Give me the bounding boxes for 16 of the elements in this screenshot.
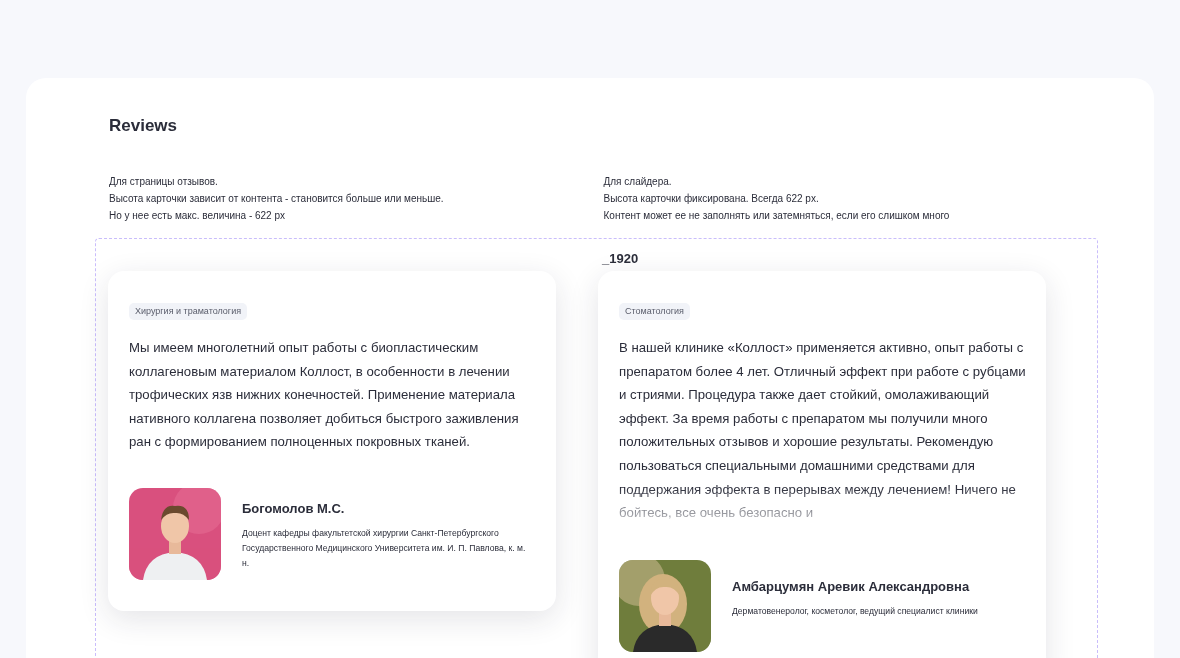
author-role: Дерматовенеролог, косметолог, ведущий специалист клиники bbox=[732, 604, 979, 618]
note-text: Высота карточки фиксирована. Всегда 622 px. bbox=[603, 192, 820, 206]
note-text: Высота карточки зависит от контента - становится больше или меньше. bbox=[109, 192, 445, 206]
category-tag: Стоматология bbox=[619, 303, 690, 320]
author-name: Амбарцумян Аревик Александровна bbox=[732, 577, 971, 596]
note-text: Для страницы отзывов. bbox=[109, 175, 219, 189]
author-role: Доцент кафедры факультетской хирургии Санкт-Петербургского Государственного Медицинского Университета им. И. П. Павлова, к. м. н. bbox=[242, 526, 527, 570]
category-tag: Хирургия и траматология bbox=[129, 303, 248, 320]
note-text: Контент может ее не заполнять или затемняться, если его слишком много bbox=[603, 209, 951, 223]
note-text: Для слайдера. bbox=[603, 175, 673, 189]
frame-label: _1920 bbox=[602, 250, 639, 268]
note-text: Но у нее есть макс. величина - 622 px bbox=[109, 209, 286, 223]
review-text: В нашей клинике «Коллост» применяется активно, опыт работы с препаратом более 4 лет. Отличный эффект при работе с рубцами и стриями. Процедура также дает стойкий, омолаживающий эффект. За время работы с препаратом мы получили много положительных отзывов и хорошие результаты. Рекомендую пользоваться специальными домашними средствами для поддержания эффекта в перерывах между лечением! Ничего не бойтесь, все очень безопасно и bbox=[619, 339, 1027, 523]
author-name: Богомолов М.С. bbox=[242, 499, 346, 518]
review-text: Мы имеем многолетний опыт работы с биопластическим коллагеновым материалом Коллост, в особенности в лечении трофических язв нижних конечностей. Применение материала нативного коллагена позволяет добиться быстрого заживления ран с формированием полноценных покровных тканей. bbox=[129, 339, 520, 452]
section-title: Reviews bbox=[108, 115, 179, 137]
